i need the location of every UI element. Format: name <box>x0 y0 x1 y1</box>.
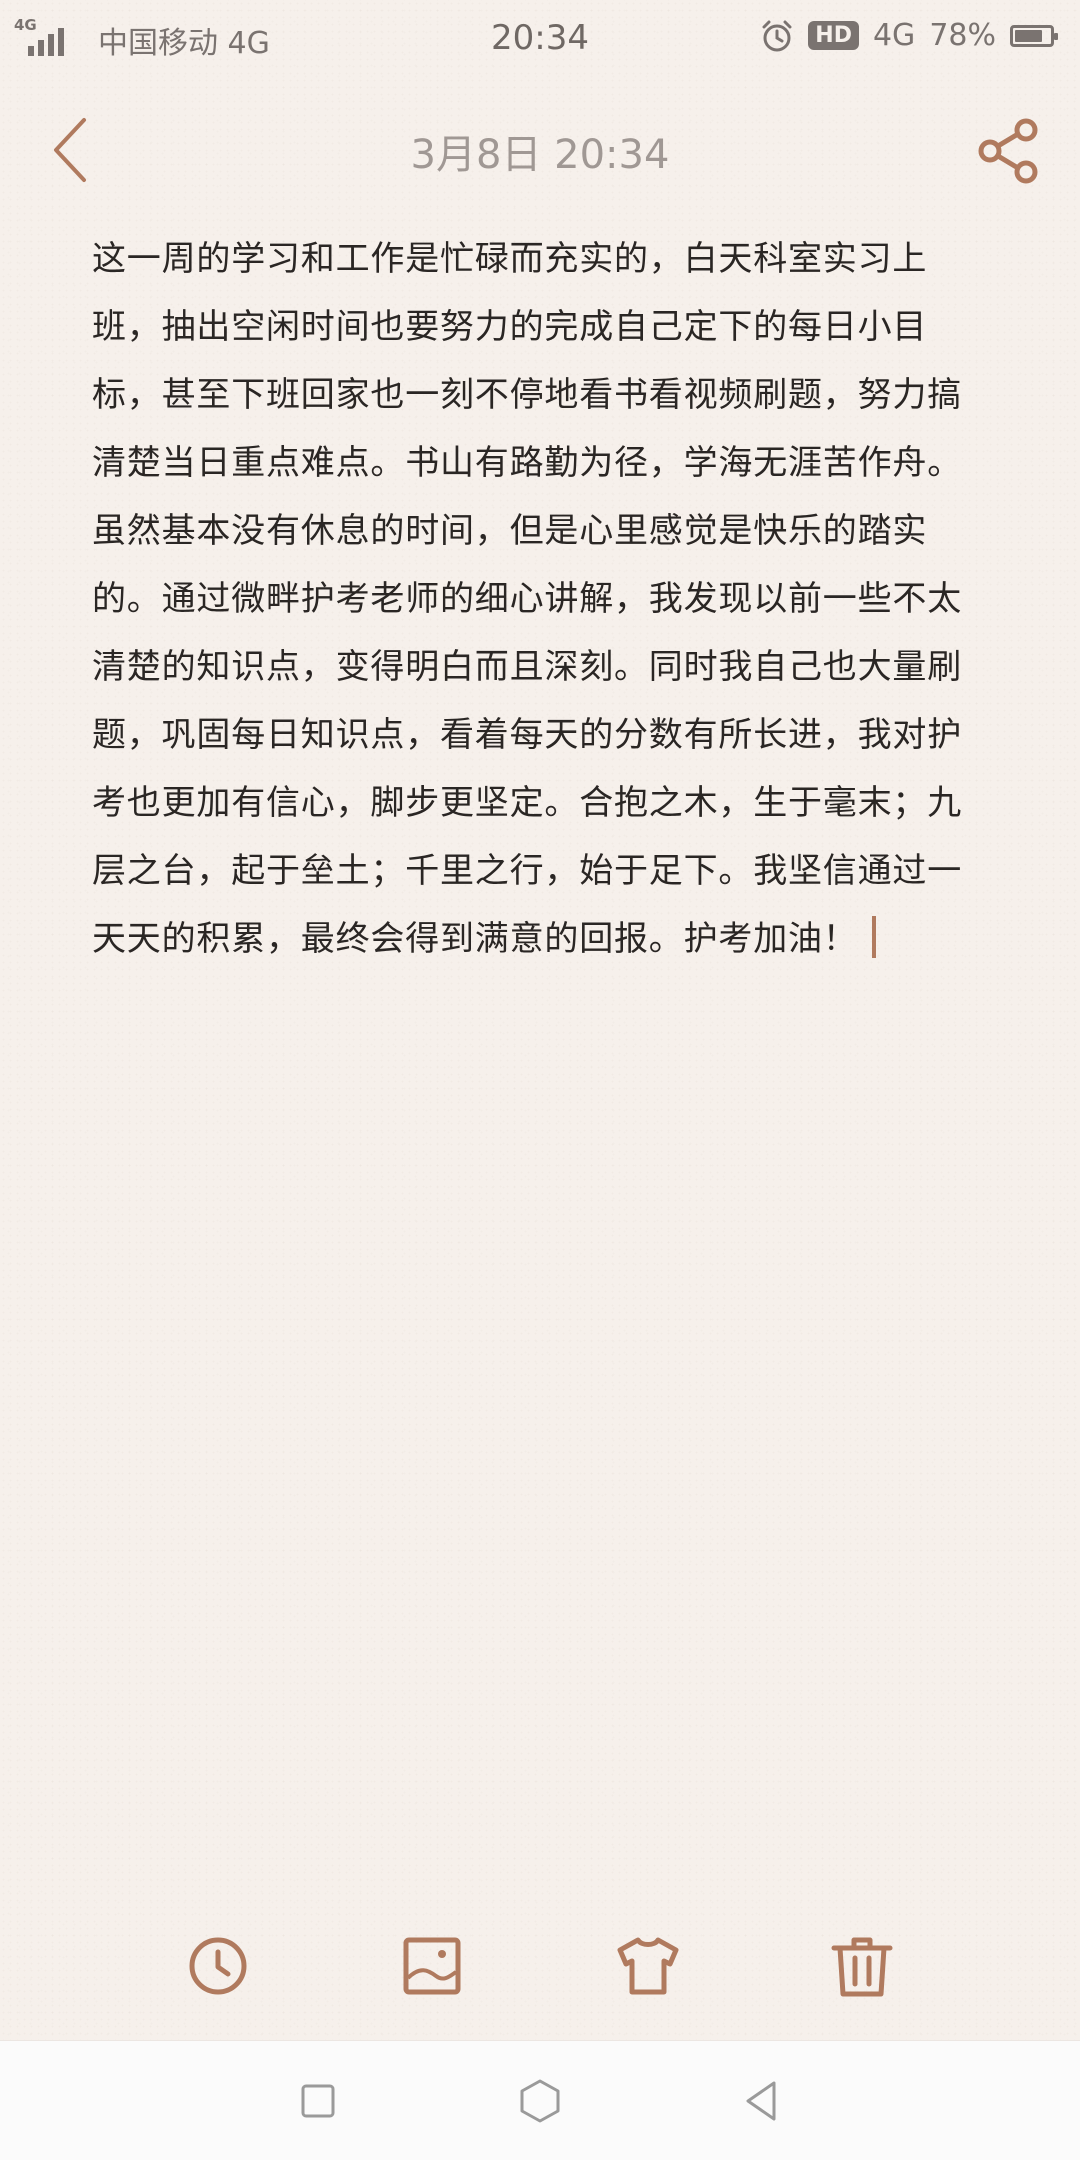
insert-image-button[interactable] <box>392 1926 472 2006</box>
theme-button[interactable] <box>608 1926 688 2006</box>
hd-badge: HD <box>808 21 859 50</box>
home-button[interactable] <box>510 2071 570 2131</box>
shirt-icon <box>617 1937 679 1995</box>
note-text: 这一周的学习和工作是忙碌而充实的，白天科室实习上班，抽出空闲时间也要努力的完成自… <box>92 239 962 959</box>
image-icon <box>403 1937 461 1995</box>
reminder-button[interactable] <box>178 1926 258 2006</box>
navigation-bar <box>0 2040 1080 2160</box>
page-title: 3月8日 20:34 <box>410 132 670 178</box>
share-button[interactable] <box>974 116 1044 186</box>
text-cursor <box>871 916 876 958</box>
clock-icon <box>189 1937 247 1995</box>
recents-button[interactable] <box>288 2071 348 2131</box>
trash-icon <box>831 1937 893 1997</box>
title-bar: 3月8日 20:34 <box>0 90 1080 210</box>
bottom-toolbar <box>0 1910 1080 2020</box>
share-icon <box>978 118 1038 184</box>
battery-percent: 78% <box>929 18 996 53</box>
delete-button[interactable] <box>822 1926 902 2006</box>
battery-fill <box>1015 29 1042 42</box>
recents-square-icon <box>301 2084 335 2118</box>
back-triangle-icon <box>746 2081 776 2121</box>
home-hexagon-icon <box>520 2079 560 2123</box>
network-label: 4G <box>872 18 916 53</box>
note-content[interactable]: 这一周的学习和工作是忙碌而充实的，白天科室实习上班，抽出空闲时间也要努力的完成自… <box>92 225 992 973</box>
status-bar: 4G 中国移动 4G 20:34 HD 4G 78% <box>0 0 1080 80</box>
status-right: HD 4G 78% <box>760 18 1058 53</box>
alarm-icon <box>762 20 792 51</box>
notes-screen: 4G 中国移动 4G 20:34 HD 4G 78% 3月8日 20:34 这一… <box>0 0 1080 2160</box>
battery-icon <box>1010 24 1058 47</box>
nav-back-button[interactable] <box>732 2071 792 2131</box>
